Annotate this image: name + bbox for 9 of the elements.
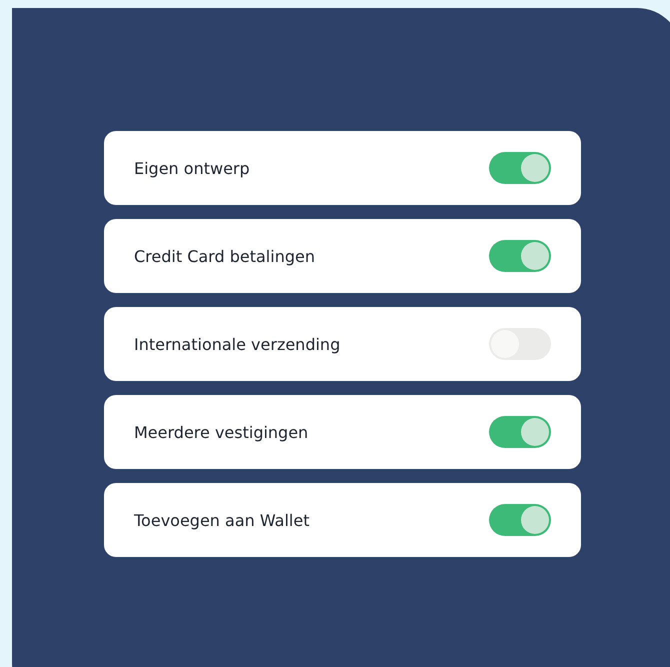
setting-label: Toevoegen aan Wallet: [134, 510, 310, 530]
setting-label: Internationale verzending: [134, 334, 340, 354]
toggle-switch[interactable]: [489, 416, 551, 448]
setting-label: Eigen ontwerp: [134, 158, 250, 178]
setting-label: Credit Card betalingen: [134, 246, 315, 266]
toggle-switch[interactable]: [489, 152, 551, 184]
toggle-switch[interactable]: [489, 240, 551, 272]
setting-label: Meerdere vestigingen: [134, 422, 308, 442]
toggle-switch[interactable]: [489, 504, 551, 536]
